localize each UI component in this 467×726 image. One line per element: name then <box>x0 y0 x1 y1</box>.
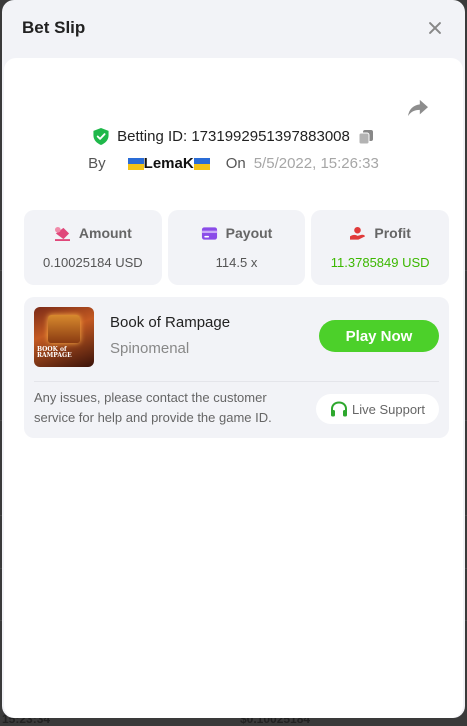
profit-label: Profit <box>374 225 411 241</box>
play-now-button[interactable]: Play Now <box>319 320 439 352</box>
close-icon[interactable] <box>425 18 445 38</box>
game-name: Book of Rampage <box>110 314 231 331</box>
modal-header: Bet Slip <box>2 0 465 56</box>
support-note: Any issues, please contact the customer … <box>34 390 272 425</box>
profit-value: 11.3785849 USD <box>330 255 430 270</box>
book-graphic <box>48 315 80 343</box>
live-support-button[interactable]: Live Support <box>316 394 439 424</box>
amount-label: Amount <box>78 225 132 241</box>
betting-id-label: Betting ID: <box>117 128 188 145</box>
on-label: On <box>225 155 246 172</box>
payout-card-icon <box>201 226 217 240</box>
game-provider: Spinomenal <box>110 340 190 357</box>
username[interactable]: LemaK <box>127 155 210 172</box>
payout-label: Payout <box>225 225 273 241</box>
headset-icon <box>331 400 347 416</box>
betting-id-text: Betting ID: 1731992951397883008 <box>117 128 350 145</box>
ukraine-flag-icon <box>127 157 144 170</box>
amount-value: 0.10025184 USD <box>42 255 143 270</box>
profit-hand-icon <box>350 226 366 240</box>
betting-id-line: Betting ID: 1731992951397883008 <box>4 128 463 145</box>
divider <box>34 381 439 382</box>
bet-details-card: Betting ID: 1731992951397883008 By LemaK… <box>4 58 463 718</box>
modal-title: Bet Slip <box>22 18 86 37</box>
stat-payout: Payout 114.5 x <box>167 210 306 285</box>
bet-slip-modal: Bet Slip Betting ID: 1731992951397883008… <box>2 0 465 718</box>
stat-amount: Amount 0.10025184 USD <box>24 210 162 285</box>
username-text: LemaK <box>143 155 194 172</box>
live-support-label: Live Support <box>352 401 425 417</box>
bet-byline: By LemaK On 5/5/2022, 15:26:33 <box>4 155 463 172</box>
betting-id-value: 1731992951397883008 <box>191 128 350 145</box>
share-arrow-icon[interactable] <box>407 98 429 118</box>
game-thumbnail[interactable]: BOOK of RAMPAGE <box>34 307 94 367</box>
stat-profit: Profit 11.3785849 USD <box>311 210 450 285</box>
payout-value: 114.5 x <box>215 255 258 270</box>
game-panel: BOOK of RAMPAGE Book of Rampage Spinomen… <box>24 297 449 438</box>
bet-datetime: 5/5/2022, 15:26:33 <box>253 155 379 172</box>
amount-icon <box>54 226 70 241</box>
verified-shield-icon <box>93 128 109 145</box>
by-label: By <box>88 155 106 172</box>
copy-icon[interactable] <box>358 129 374 145</box>
ukraine-flag-icon <box>193 157 210 170</box>
thumbnail-title: BOOK of RAMPAGE <box>37 346 72 359</box>
bet-stats: Amount 0.10025184 USD Payout 114.5 x Pro… <box>24 210 450 285</box>
